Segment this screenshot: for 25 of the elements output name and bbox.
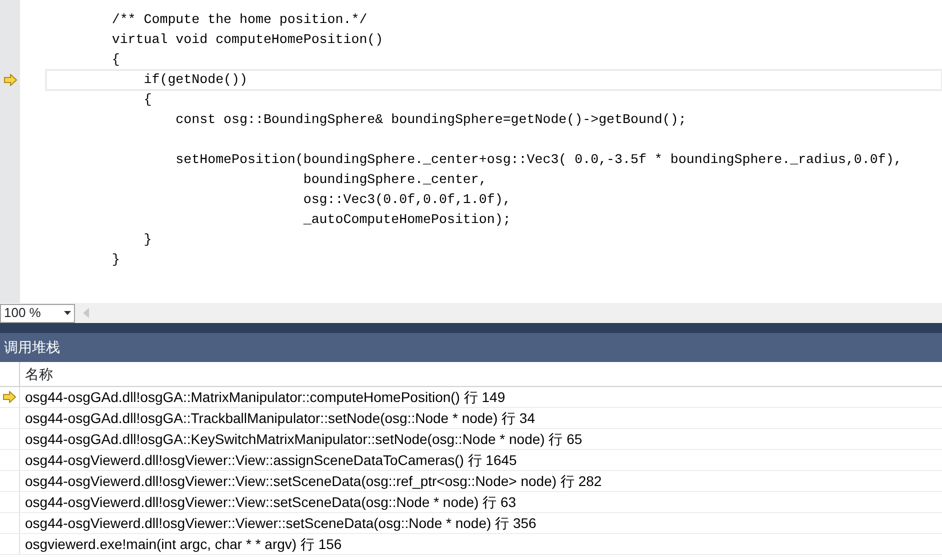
stack-frame[interactable]: osg44-osgGAd.dll!osgGA::KeySwitchMatrixManipulator::setNode(osg::Node * node) 行 65 [20, 429, 582, 449]
panel-title: 调用堆栈 [0, 333, 942, 362]
code-line: setHomePosition(boundingSphere._center+osg::Vec3( 0.0,-3.5f * boundingSphere._radius,0.0f), [174, 151, 902, 169]
stack-frame[interactable]: osg44-osgGAd.dll!osgGA::MatrixManipulator::computeHomePosition() 行 149 [20, 387, 506, 407]
code-line: } [142, 231, 152, 249]
code-line: { [142, 91, 152, 109]
code-line: const osg::BoundingSphere& boundingSphere=getNode()->getBound(); [174, 111, 686, 129]
stack-frame[interactable]: osg44-osgViewerd.dll!osgViewer::Viewer::setSceneData(osg::Node * node) 行 356 [20, 513, 536, 533]
code-line: virtual void computeHomePosition() [110, 31, 384, 49]
stack-frame[interactable]: osg44-osgViewerd.dll!osgViewer::View::setSceneData(osg::Node * node) 行 63 [20, 492, 516, 512]
stack-frame[interactable]: osg44-osgViewerd.dll!osgViewer::View::assignSceneDataToCameras() 行 1645 [20, 450, 517, 470]
code-line: /** Compute the home position.*/ [110, 11, 368, 29]
stack-frame[interactable]: osg44-osgViewerd.dll!osgViewer::View::setSceneData(osg::ref_ptr<osg::Node> node) 行 282 [20, 471, 602, 491]
zoom-dropdown[interactable]: 100 % [0, 304, 75, 322]
stack-frame[interactable]: osg44-osgGAd.dll!osgGA::TrackballManipulator::setNode(osg::Node * node) 行 34 [20, 408, 535, 428]
scroll-left-icon[interactable] [83, 308, 89, 318]
code-line: if(getNode()) [142, 71, 248, 89]
stack-frame[interactable]: osgviewerd.exe!main(int argc, char * * argv) 行 156 [20, 534, 342, 554]
code-line: _autoComputeHomePosition); [302, 211, 511, 229]
code-line: { [110, 51, 120, 69]
column-header: 名称 [24, 364, 53, 384]
code-line: } [110, 251, 120, 269]
code-line: osg::Vec3(0.0f,0.0f,1.0f), [302, 191, 511, 209]
code-line: boundingSphere._center, [302, 171, 487, 189]
dropdown-caret-icon [64, 311, 71, 315]
